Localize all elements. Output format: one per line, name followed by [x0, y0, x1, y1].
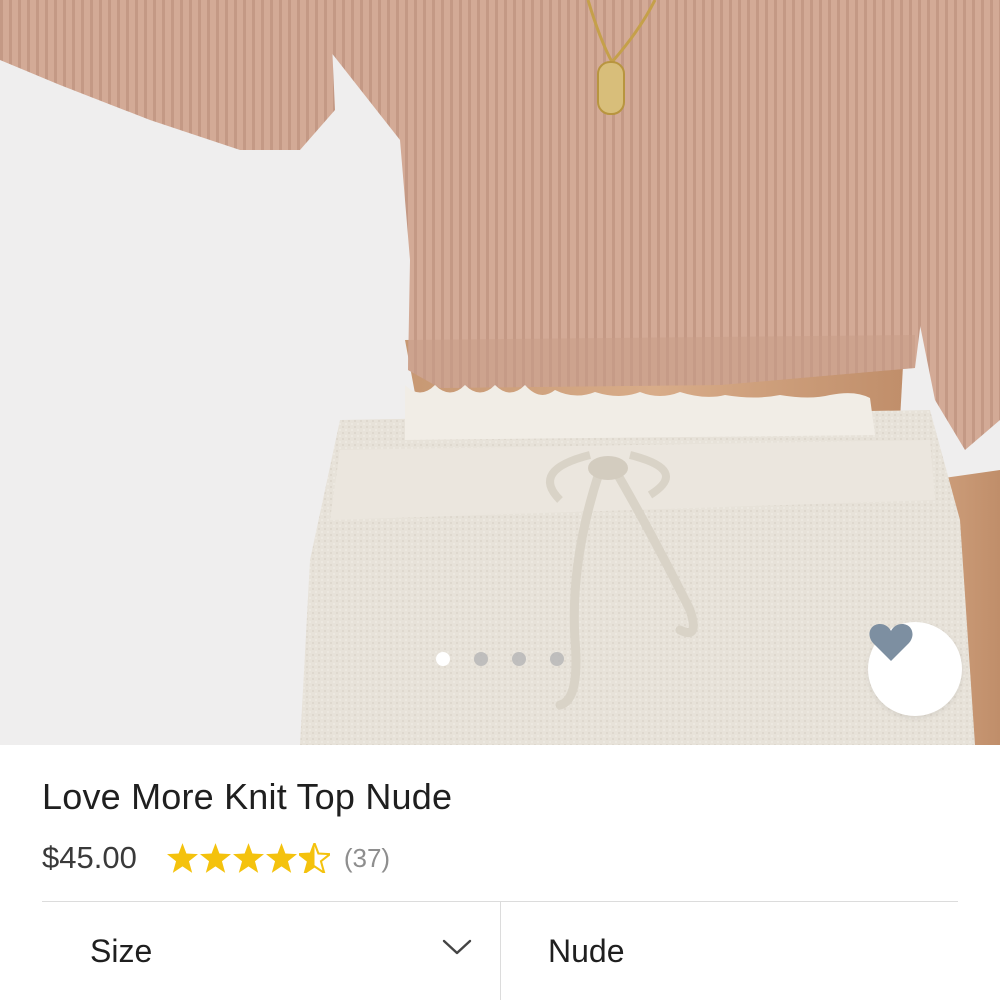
- review-count[interactable]: (37): [344, 843, 390, 874]
- pagination-dot[interactable]: [436, 652, 450, 666]
- star-icon: [166, 843, 198, 873]
- half-star-icon: [298, 843, 330, 873]
- chevron-down-icon: [442, 939, 472, 955]
- product-photo: [0, 0, 1000, 745]
- star-icon: [265, 843, 297, 873]
- star-icon: [199, 843, 231, 873]
- pagination-dot[interactable]: [512, 652, 526, 666]
- star-icon: [232, 843, 264, 873]
- product-image-gallery[interactable]: [0, 0, 1000, 745]
- product-title: Love More Knit Top Nude: [42, 776, 453, 817]
- color-selector[interactable]: Nude: [501, 902, 958, 1000]
- size-dropdown[interactable]: Size: [42, 902, 500, 1000]
- size-label: Size: [90, 932, 153, 969]
- star-rating[interactable]: [166, 843, 330, 873]
- pagination-dot[interactable]: [474, 652, 488, 666]
- heart-icon: [869, 624, 913, 661]
- color-label: Nude: [548, 932, 625, 969]
- pagination-dot[interactable]: [550, 652, 564, 666]
- price-rating-row: $45.00 (37): [42, 836, 390, 880]
- favorite-button[interactable]: [868, 622, 962, 716]
- image-pagination-dots[interactable]: [0, 652, 1000, 666]
- product-price: $45.00: [42, 840, 137, 875]
